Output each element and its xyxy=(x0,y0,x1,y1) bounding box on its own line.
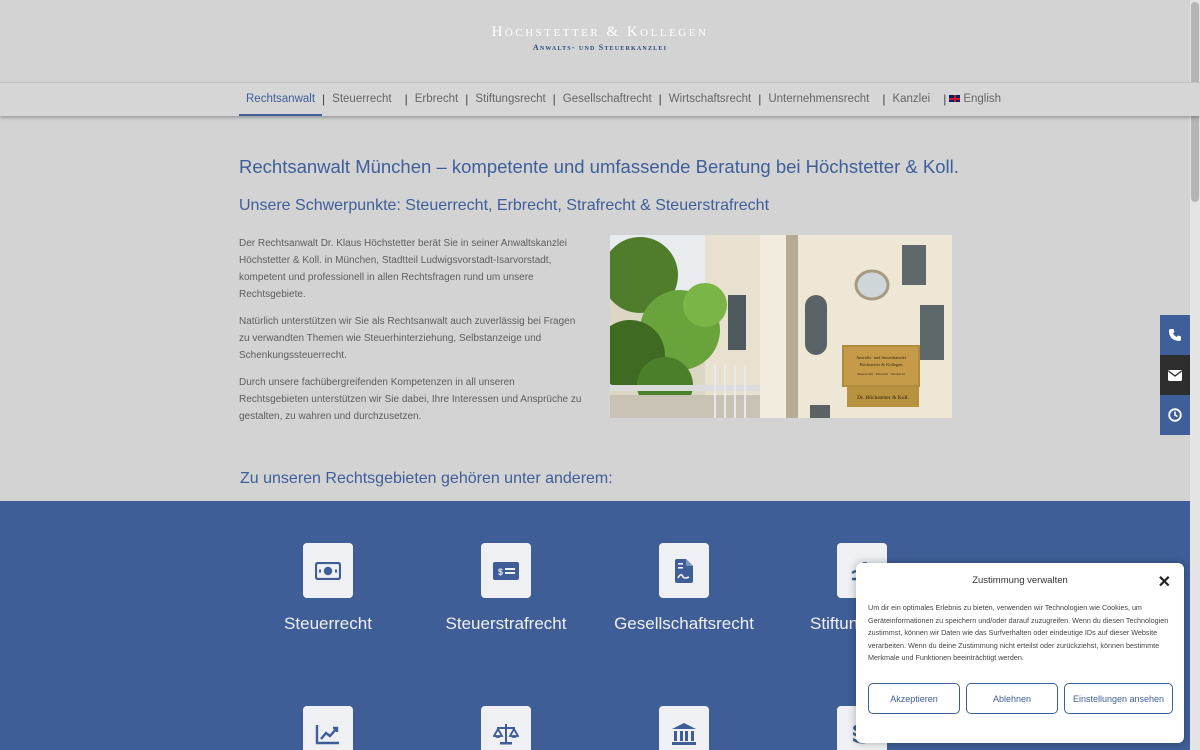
nav-item-gesellschaftrecht[interactable]: Gesellschaftrecht xyxy=(556,83,659,115)
area-label: Gesellschaftsrecht xyxy=(614,614,754,633)
nav-item-wirtschaftsrecht[interactable]: Wirtschaftsrecht xyxy=(662,83,758,115)
intro-paragraph: Der Rechtsanwalt Dr. Klaus Höchstetter b… xyxy=(239,238,567,300)
nav-item-english[interactable]: English xyxy=(946,83,1008,115)
areas-heading: Zu unseren Rechtsgebieten gehören unter … xyxy=(240,470,613,487)
sign-line-3: Steuerrecht · Erbrecht · Strafrecht xyxy=(857,372,905,376)
area-label: Steuerstrafrecht xyxy=(445,614,567,633)
uk-flag-icon xyxy=(949,95,961,102)
accept-button[interactable]: Akzeptieren xyxy=(868,683,960,714)
deny-button[interactable]: Ablehnen xyxy=(966,683,1058,714)
area-steuerrecht[interactable]: Steuerrecht xyxy=(238,543,418,634)
envelope-icon xyxy=(1168,369,1182,381)
sign-line-1: Anwalts- und Steuerkanzlei xyxy=(856,355,907,360)
opening-hours-button[interactable] xyxy=(1160,395,1190,435)
phone-icon xyxy=(1169,329,1181,341)
file-contract-icon xyxy=(659,543,709,598)
site-header: Höchstetter & Kollegen Anwalts- und Steu… xyxy=(0,0,1200,82)
svg-text:$: $ xyxy=(498,567,503,577)
nav-item-steuerrecht[interactable]: Steuerrecht xyxy=(325,83,398,115)
nav-item-unternehmensrecht[interactable]: Unternehmensrecht xyxy=(761,83,876,115)
page-subtitle: Unsere Schwerpunkte: Steuerrecht, Erbrec… xyxy=(239,197,770,214)
intro-paragraph: Durch unsere fachübergreifenden Kompeten… xyxy=(239,377,582,422)
nav-item-kanzlei[interactable]: Kanzlei xyxy=(885,83,937,115)
area-label: Steuerrecht xyxy=(284,614,372,633)
clock-icon xyxy=(1168,408,1182,422)
landmark-icon xyxy=(659,706,709,750)
money-check-icon: $ xyxy=(481,543,531,598)
balance-scale-icon xyxy=(481,706,531,750)
phone-button[interactable] xyxy=(1160,315,1190,355)
chart-line-icon xyxy=(303,706,353,750)
email-button[interactable] xyxy=(1160,355,1190,395)
view-settings-button[interactable]: Einstellungen ansehen xyxy=(1064,683,1173,714)
nav-item-rechtsanwalt[interactable]: Rechtsanwalt xyxy=(239,83,323,116)
consent-text: Um dir ein optimales Erlebnis zu bieten,… xyxy=(868,603,1169,662)
logo-title[interactable]: Höchstetter & Kollegen xyxy=(0,24,1200,41)
nav-item-english-label: English xyxy=(963,93,1002,105)
sign-line-2: Höchstetter & Kollegen xyxy=(860,362,904,367)
page-title: Rechtsanwalt München – kompetente und um… xyxy=(239,156,959,177)
sign-plate: Dr. Höchstetter & Koll. xyxy=(857,395,909,401)
main-navigation: Rechtsanwalt | Steuerrecht | Erbrecht | … xyxy=(0,82,1200,116)
area-gesellschaftsrecht[interactable]: Gesellschaftsrecht xyxy=(594,543,774,634)
cookie-consent-dialog: Zustimmung verwalten ✕ Um dir ein optima… xyxy=(856,563,1184,743)
area-wirtschaft[interactable] xyxy=(238,706,418,750)
nav-item-erbrecht[interactable]: Erbrecht xyxy=(408,83,465,115)
money-bill-icon xyxy=(303,543,353,598)
intro-text: Der Rechtsanwalt Dr. Klaus Höchstetter b… xyxy=(239,235,584,435)
close-icon[interactable]: ✕ xyxy=(1158,572,1171,592)
consent-buttons: Akzeptieren Ablehnen Einstellungen anseh… xyxy=(868,683,1173,714)
consent-title: Zustimmung verwalten xyxy=(972,575,1068,586)
contact-sidebar xyxy=(1160,315,1190,435)
logo-subtitle: Anwalts- und Steuerkanzlei xyxy=(532,43,668,52)
area-steuerstrafrecht[interactable]: $ Steuerstrafrecht xyxy=(416,543,596,634)
office-building-photo: Anwalts- und Steuerkanzlei Höchstetter &… xyxy=(610,235,952,418)
intro-paragraph: Natürlich unterstützen wir Sie als Recht… xyxy=(239,316,576,361)
nav-item-stiftungsrecht[interactable]: Stiftungsrecht xyxy=(468,83,552,115)
area-strafrecht[interactable] xyxy=(416,706,596,750)
area-verwaltungsrecht[interactable] xyxy=(594,706,774,750)
